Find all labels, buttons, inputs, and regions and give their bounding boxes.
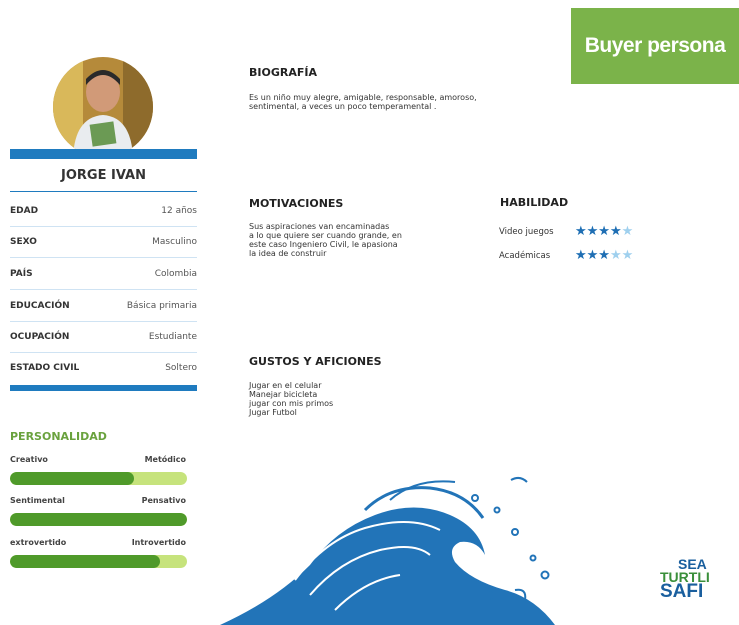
star-rating-fill: ★★★★★ — [575, 249, 610, 262]
divider — [10, 191, 197, 192]
field-label: PAÍS — [10, 268, 33, 279]
field-value: Masculino — [152, 236, 197, 247]
trait-labels: Sentimental Pensativo — [10, 496, 186, 505]
text-line: Es un niño muy alegre, amigable, respons… — [249, 93, 477, 102]
field-label: EDAD — [10, 205, 39, 216]
field-label: OCUPACIÓN — [10, 331, 70, 342]
field-value: Colombia — [154, 268, 197, 279]
star-rating: ★★★★★★★★★★ — [575, 224, 634, 239]
profile-name: JORGE IVAN — [61, 168, 146, 183]
list-item: Manejar bicicleta — [249, 390, 318, 399]
text-line: sentimental, a veces un poco temperament… — [249, 102, 437, 111]
buyer-persona-badge: Buyer persona — [571, 8, 739, 84]
list-item: Jugar Futbol — [249, 408, 297, 417]
trait-left-label: extrovertido — [10, 538, 67, 547]
biography-title: BIOGRAFÍA — [249, 66, 317, 79]
trait-right-label: Pensativo — [141, 496, 186, 505]
list-item: Jugar en el celular — [249, 381, 322, 390]
profile-bottom-bar — [10, 385, 197, 391]
info-row-country: PAÍS Colombia — [10, 258, 197, 290]
trait-left-label: Sentimental — [10, 496, 65, 505]
list-item: jugar con mis primos — [249, 399, 334, 408]
trait-bar-fill — [10, 513, 187, 526]
trait-right-label: Introvertido — [131, 538, 186, 547]
text-line: a lo que quiere ser cuando grande, en — [249, 231, 402, 240]
info-row-occupation: OCUPACIÓN Estudiante — [10, 321, 197, 353]
info-row-sex: SEXO Masculino — [10, 226, 197, 258]
motivations-title: MOTIVACIONES — [249, 197, 344, 210]
field-value: Básica primaria — [126, 300, 197, 311]
trait-right-label: Metódico — [144, 455, 186, 464]
trait-left-label: Creativo — [10, 455, 48, 464]
trait-bar-fill — [10, 472, 134, 485]
text-line: este caso Ingeniero Civil, le apasiona — [249, 240, 398, 249]
field-label: ESTADO CIVIL — [10, 362, 80, 373]
field-label: SEXO — [10, 236, 37, 247]
biography-text: Es un niño muy alegre, amigable, respons… — [249, 93, 477, 111]
profile-top-bar — [10, 149, 197, 159]
trait-bar — [10, 555, 187, 568]
hobbies-list: Jugar en el celular Manejar bicicleta ju… — [249, 381, 333, 417]
avatar — [53, 57, 153, 157]
logo-line: SAFI — [660, 581, 704, 603]
skill-row: Académicas ★★★★★★★★★★ — [499, 249, 633, 262]
hobbies-title: GUSTOS Y AFICIONES — [249, 355, 382, 368]
info-row-marital-status: ESTADO CIVIL Soltero — [10, 352, 197, 383]
personality-title: PERSONALIDAD — [10, 430, 107, 443]
skill-row: Video juegos ★★★★★★★★★★ — [499, 225, 633, 238]
field-value: 12 años — [161, 205, 197, 216]
info-row-education: EDUCACIÓN Básica primaria — [10, 290, 197, 322]
field-value: Estudiante — [148, 331, 197, 342]
skill-label: Video juegos — [499, 226, 554, 237]
text-line: Sus aspiraciones van encaminadas — [249, 222, 390, 231]
trait-labels: Creativo Metódico — [10, 455, 186, 464]
field-value: Soltero — [165, 362, 197, 373]
trait-bar-fill — [10, 555, 161, 568]
trait-labels: extrovertido Introvertido — [10, 538, 186, 547]
motivations-text: Sus aspiraciones van encaminadas a lo qu… — [249, 222, 402, 258]
info-row-age: EDAD 12 años — [10, 195, 197, 227]
text-line: la idea de construir — [249, 249, 327, 258]
sea-turtle-safe-logo: SEA TURTLI SAFI — [660, 557, 710, 603]
star-rating-fill: ★★★★★ — [575, 225, 622, 238]
star-rating: ★★★★★★★★★★ — [575, 248, 634, 263]
skill-label: Académicas — [499, 250, 551, 261]
field-label: EDUCACIÓN — [10, 300, 70, 311]
trait-bar — [10, 472, 187, 485]
wave-illustration — [220, 476, 555, 625]
trait-bar — [10, 513, 187, 526]
skills-title: HABILIDAD — [500, 196, 569, 209]
